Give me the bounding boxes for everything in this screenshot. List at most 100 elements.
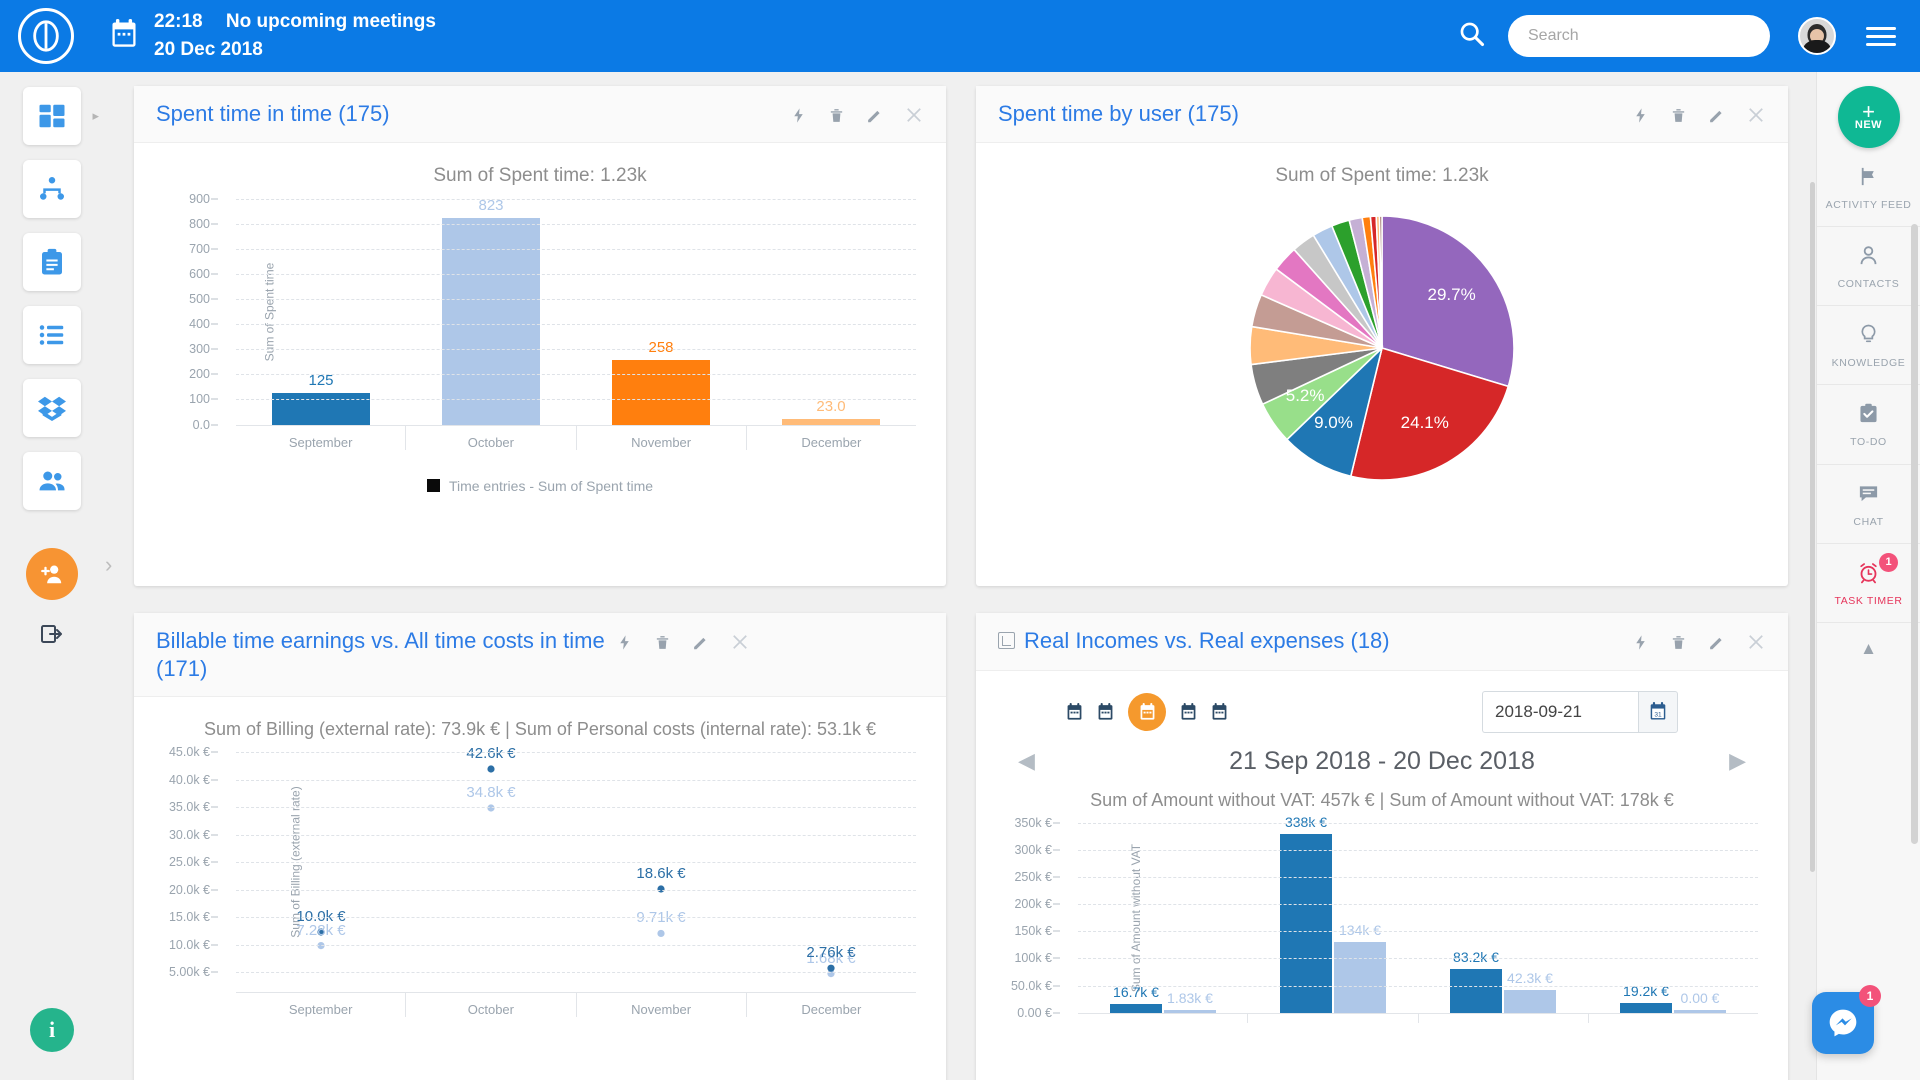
gridline [1078, 985, 1758, 987]
bar-group[interactable]: 338k €134k € [1248, 814, 1418, 1013]
bar-group[interactable]: 23.0 [746, 199, 916, 425]
trash-icon[interactable] [828, 106, 845, 125]
sidebar-item-lists[interactable] [23, 306, 81, 364]
quarter-calendar-icon[interactable] [1180, 702, 1197, 721]
main-scrollbar[interactable] [1810, 182, 1815, 872]
card-body: Sum of Spent time: 1.23k 29.7% 24.1% 9.0% 5… [976, 143, 1788, 517]
info-button[interactable]: i [30, 1008, 74, 1052]
avatar[interactable] [1798, 17, 1836, 55]
right-item-todo[interactable]: TO-DO [1817, 385, 1920, 465]
page-title: Billable time earnings vs. All time cost… [156, 628, 605, 681]
calendar-picker-icon[interactable]: 31 [1638, 690, 1678, 733]
sidebar-item-dashboard[interactable]: ▸ [23, 87, 99, 145]
data-point-label: 34.8k € [466, 784, 516, 801]
bar-group[interactable]: 19.2k € 0.00 € [1588, 823, 1758, 1013]
bar-group[interactable]: 823 [406, 197, 576, 425]
add-user-button[interactable] [26, 548, 78, 600]
y-tick-label: 350k € [1014, 815, 1052, 830]
pencil-icon[interactable] [866, 106, 883, 125]
x-tick-label [1417, 1013, 1588, 1023]
y-tick-mark [211, 398, 218, 400]
trash-icon[interactable] [654, 633, 671, 652]
pie-svg [1248, 215, 1515, 481]
new-button[interactable]: + NEW [1837, 86, 1900, 148]
chat-badge: 1 [1859, 985, 1881, 1007]
week-calendar-icon[interactable] [1097, 702, 1114, 721]
bar[interactable]: 134k € [1334, 922, 1386, 1013]
prev-period-button[interactable]: ◀ [1008, 748, 1045, 774]
right-item-contacts[interactable]: CONTACTS [1817, 227, 1920, 307]
gridline [1078, 931, 1758, 933]
gridline [236, 752, 916, 753]
search-icon[interactable] [1458, 20, 1486, 53]
bolt-icon[interactable] [1632, 633, 1649, 652]
chat-widget-button[interactable]: 1 [1812, 985, 1881, 1054]
trash-icon[interactable] [1670, 106, 1687, 125]
power-logo-icon[interactable] [18, 8, 74, 64]
search-input[interactable] [1508, 15, 1770, 57]
date-picker: 31 [1482, 690, 1678, 733]
card-toolbar [616, 627, 750, 652]
bolt-icon[interactable] [616, 633, 633, 652]
bar-group[interactable]: 258 [576, 199, 746, 425]
bar[interactable]: 16.7k € [1110, 984, 1162, 1013]
bar-group[interactable]: 125 [236, 199, 406, 425]
month-calendar-icon[interactable] [1128, 692, 1166, 731]
y-tick-label: 300 [189, 342, 210, 357]
clipboard-icon [42, 248, 62, 275]
bar[interactable]: 125 [272, 372, 370, 425]
x-axis-wrap [1078, 1012, 1758, 1023]
y-tick-label: 50.0k € [1010, 978, 1052, 993]
right-item-knowledge[interactable]: KNOWLEDGE [1817, 306, 1920, 386]
plus-icon: + [1862, 98, 1875, 124]
card-title-text: Real Incomes vs. Real expenses (18) [1024, 628, 1390, 653]
right-item-chat[interactable]: CHAT [1817, 465, 1920, 544]
bar[interactable]: 42.3k € [1504, 970, 1556, 1013]
pencil-icon[interactable] [1708, 106, 1725, 125]
right-item-task-timer[interactable]: 1 TASK TIMER [1817, 544, 1920, 623]
bar[interactable]: 83.2k € [1450, 949, 1502, 1013]
card-header: Spent time by user (175) [976, 86, 1788, 143]
bar-group[interactable]: 83.2k € 42.3k € [1418, 823, 1588, 1013]
x-tick-label: September [288, 1002, 353, 1017]
next-period-button[interactable]: ▶ [1719, 748, 1756, 774]
bar-group[interactable]: 16.7k € 1.83k € [1078, 823, 1248, 1013]
close-icon[interactable] [904, 105, 924, 125]
y-tick-mark [211, 323, 218, 325]
close-icon[interactable] [730, 632, 750, 652]
pencil-icon[interactable] [1708, 633, 1725, 652]
right-sidebar-scrollbar[interactable] [1911, 224, 1918, 844]
collapse-right-sidebar-icon[interactable]: ▲ [1817, 623, 1920, 659]
sidebar-item-tasks[interactable] [23, 233, 81, 291]
sidebar-item-contacts[interactable] [23, 452, 81, 510]
trash-icon[interactable] [1670, 633, 1687, 652]
bolt-icon[interactable] [790, 106, 807, 125]
close-icon[interactable] [1746, 105, 1766, 125]
bolt-icon[interactable] [1632, 106, 1649, 125]
top-bar-right [1458, 15, 1920, 57]
pie-slice-label: 5.2% [1285, 386, 1325, 406]
y-tick-mark [1053, 957, 1060, 959]
bar-series: 125 823 258 23.0 [236, 197, 916, 425]
x-tick-label [1078, 1014, 1247, 1023]
expand-sidebar-icon[interactable]: › [105, 552, 112, 578]
calendar-icon[interactable] [110, 18, 138, 54]
date-input[interactable] [1482, 690, 1638, 733]
y-axis: 0.0 100 200 300 400 500 600 700 800 900 [156, 192, 218, 432]
gridline [1078, 849, 1758, 851]
chevron-right-icon: ▸ [92, 108, 99, 123]
x-axis-wrap: September October November December [236, 992, 916, 1017]
bar[interactable]: 19.2k € [1620, 983, 1672, 1013]
sidebar-item-projects[interactable] [23, 160, 81, 218]
close-icon[interactable] [1746, 632, 1766, 652]
pencil-icon[interactable] [692, 633, 709, 652]
logout-button[interactable] [0, 622, 104, 651]
day-calendar-icon[interactable] [1066, 702, 1083, 721]
gridline [236, 917, 916, 918]
bar[interactable]: 258 [612, 339, 710, 425]
year-calendar-icon[interactable] [1211, 702, 1228, 721]
right-item-activity-feed[interactable]: ACTIVITY FEED [1817, 148, 1920, 228]
sidebar-item-files[interactable] [23, 379, 81, 437]
bar-value-label: 42.3k € [1507, 970, 1553, 987]
hamburger-menu-icon[interactable] [1866, 22, 1896, 51]
